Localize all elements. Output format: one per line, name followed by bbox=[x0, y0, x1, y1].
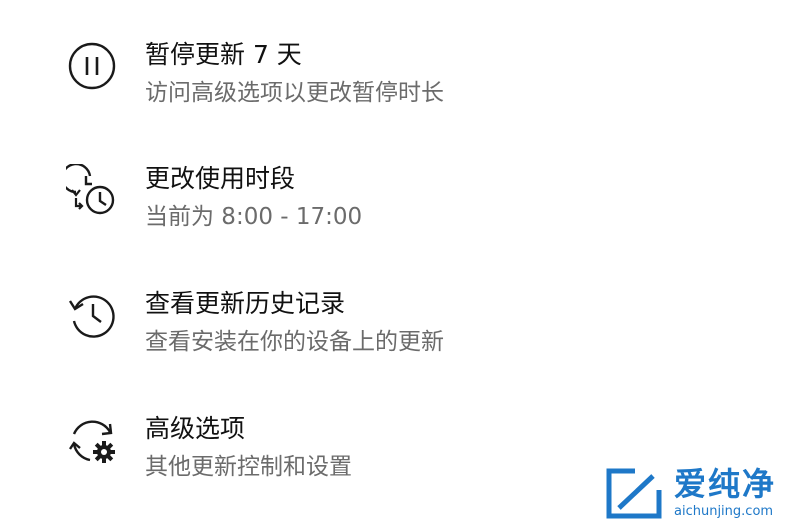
change-active-hours-option[interactable]: 更改使用时段 当前为 8:00 - 17:00 bbox=[60, 160, 620, 250]
view-update-history-title: 查看更新历史记录 bbox=[145, 289, 346, 318]
change-active-hours-subtitle: 当前为 8:00 - 17:00 bbox=[145, 204, 363, 230]
view-update-history-subtitle: 查看安装在你的设备上的更新 bbox=[145, 329, 444, 355]
pause-updates-subtitle: 访问高级选项以更改暂停时长 bbox=[145, 80, 444, 106]
advanced-options-option[interactable]: 高级选项 其他更新控制和设置 bbox=[60, 410, 620, 500]
advanced-options-title: 高级选项 bbox=[145, 414, 246, 443]
view-update-history-option[interactable]: 查看更新历史记录 查看安装在你的设备上的更新 bbox=[60, 285, 620, 375]
advanced-options-subtitle: 其他更新控制和设置 bbox=[145, 454, 352, 480]
watermark-logo-icon bbox=[605, 468, 663, 520]
pause-icon bbox=[66, 40, 122, 96]
history-icon bbox=[66, 289, 122, 345]
update-options-list: 暂停更新 7 天 访问高级选项以更改暂停时长 更改使用时段 当前为 8:00 -… bbox=[0, 0, 800, 525]
pause-updates-title: 暂停更新 7 天 bbox=[145, 40, 302, 69]
change-active-hours-title: 更改使用时段 bbox=[145, 164, 296, 193]
pause-updates-option[interactable]: 暂停更新 7 天 访问高级选项以更改暂停时长 bbox=[60, 36, 620, 126]
watermark-brand: 爱纯净 bbox=[674, 465, 777, 503]
active-hours-clock-icon bbox=[66, 164, 122, 220]
watermark-logo: 爱纯净 aichunjing.com bbox=[600, 466, 800, 522]
sync-gear-icon bbox=[66, 414, 122, 470]
watermark-site: aichunjing.com bbox=[674, 504, 774, 519]
